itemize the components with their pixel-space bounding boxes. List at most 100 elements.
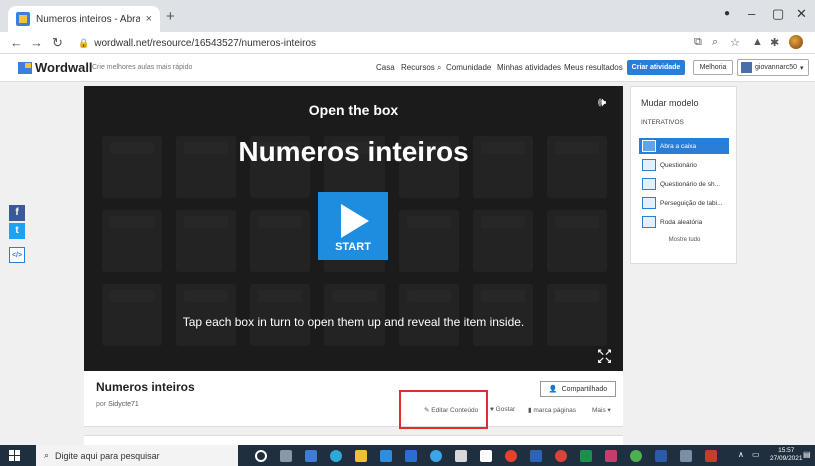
url-field[interactable]: 🔒 wordwall.net/resource/16543527/numeros… [78,35,598,51]
photoshop-icon[interactable] [530,450,542,462]
panel-heading: Mudar modelo [641,98,699,108]
word-icon[interactable] [655,450,667,462]
bookmark-star-icon[interactable]: ☆ [730,36,740,49]
nav-community[interactable]: Comunidade [446,63,491,72]
translate-icon[interactable]: ⧉ [694,36,702,49]
facebook-share-button[interactable]: f [9,205,25,221]
nav-resources[interactable]: Recursos [401,63,435,72]
template-open-the-box[interactable]: Abra a caixa [639,138,729,154]
share-user-icon: 👤 [548,386,558,393]
like-link[interactable]: ♥ Gostar [490,406,515,413]
url-text: wordwall.net/resource/16543527/numeros-i… [94,37,317,49]
fullscreen-icon[interactable]: ↖↗ ↙↘ [597,348,612,365]
profile-circle-icon[interactable]: ● [724,8,730,19]
maximize-button[interactable]: ▢ [772,6,784,22]
minimize-button[interactable]: – [748,6,755,21]
closed-box [102,210,163,272]
closed-box [546,210,607,272]
close-window-button[interactable]: ✕ [796,6,807,22]
bookmark-link[interactable]: ▮ marca páginas [528,406,576,414]
nav-community-search-icon: ⌕ [437,63,442,72]
activity-info: Numeros inteiros por Sidycte71 👤 Compart… [84,371,623,427]
embed-button[interactable]: </> [9,247,25,263]
extension-icon[interactable]: ▲ [752,36,763,48]
quiz-icon [642,159,656,171]
game-instructions: Tap each box in turn to open them up and… [182,315,525,329]
windows-taskbar: ⌕ Digite aqui para pesquisar ∧ ▭ 15:57 2… [0,445,815,466]
file-explorer-icon[interactable] [355,450,367,462]
store-icon[interactable] [380,450,392,462]
app-icon[interactable] [455,450,467,462]
chrome-icon[interactable] [630,450,642,462]
taskbar-search-placeholder: Digite aqui para pesquisar [55,450,160,461]
more-menu[interactable]: Mais ▾ [592,406,611,414]
wordwall-favicon-icon [16,12,30,26]
start-button[interactable]: START [318,192,388,260]
opera-icon[interactable] [505,450,517,462]
username: giovannarc50 [755,64,798,71]
tab-title: Numeros inteiros - Abra a caixa [36,13,140,25]
reload-icon[interactable]: ↻ [52,35,63,51]
taskbar-clock[interactable]: 15:57 27/09/2021 [770,447,803,463]
user-menu[interactable]: giovannarc50 ▾ [737,59,809,76]
create-activity-button[interactable]: Criar atividade [627,60,685,75]
browser-tab[interactable]: Numeros inteiros - Abra a caixa × [8,6,160,32]
random-wheel-icon [642,216,656,228]
edge-icon[interactable] [330,450,342,462]
sound-icon[interactable]: 🕪 [598,94,606,110]
forward-arrow-icon[interactable]: → [30,35,43,50]
show-all-link[interactable]: Mostre tudo [631,237,738,243]
task-view-icon[interactable] [280,450,292,462]
app-icon[interactable] [305,450,317,462]
activity-author: por Sidycte71 [96,401,139,408]
mail-icon[interactable] [405,450,417,462]
author-link[interactable]: Sidycte71 [108,401,139,408]
share-button[interactable]: 👤 Compartilhado [540,381,616,397]
excel-icon[interactable] [580,450,592,462]
gameshow-quiz-icon [642,178,656,190]
lock-icon: 🔒 [78,37,90,48]
notifications-icon[interactable]: ▤ [803,450,811,459]
play-icon [341,204,369,238]
network-icon[interactable]: ▭ [752,450,760,459]
user-avatar [741,62,752,73]
windows-start-icon[interactable] [9,450,20,461]
tab-close-icon[interactable]: × [146,13,152,25]
zoom-icon[interactable]: ⌕ [712,36,718,49]
template-gameshow-quiz[interactable]: Questionário de sh... [639,176,729,192]
closed-box [176,210,237,272]
next-section [84,435,623,445]
template-quiz[interactable]: Questionário [639,157,729,173]
nav-home[interactable]: Casa [376,63,395,72]
template-maze-chase[interactable]: Perseguição de labi... [639,195,729,211]
template-random-wheel[interactable]: Roda aleatória [639,214,729,230]
edit-content-highlight [399,390,488,429]
twitter-share-button[interactable]: t [9,223,25,239]
wordwall-logo[interactable]: Wordwall [18,60,93,75]
maze-chase-icon [642,197,656,209]
profile-avatar[interactable] [789,35,803,49]
site-tagline: Crie melhores aulas mais rápido [92,64,193,71]
upgrade-button[interactable]: Melhoria [693,60,733,75]
game-template-name: Open the box [308,102,399,118]
nav-my-activities[interactable]: Minhas atividades [497,63,561,72]
game-title: Numeros inteiros [238,136,469,167]
closed-box [398,210,459,272]
nav-my-results[interactable]: Meus resultados [564,63,623,72]
activity-name: Numeros inteiros [96,380,195,394]
app-icon[interactable] [555,450,567,462]
app-icon[interactable] [480,450,492,462]
ie-icon[interactable] [430,450,442,462]
back-arrow-icon[interactable]: ← [10,35,23,50]
tray-chevron-icon[interactable]: ∧ [738,450,744,459]
puzzle-icon[interactable]: ✱ [770,36,779,49]
cortana-icon[interactable] [255,450,267,462]
start-label: START [335,241,371,253]
change-template-panel: Mudar modelo INTERATIVOS Abra a caixa Qu… [630,86,737,264]
new-tab-button[interactable]: + [166,8,175,25]
game-stage: Open the box Numeros inteiros START Tap … [84,86,623,371]
app-icon[interactable] [605,450,617,462]
taskbar-search[interactable]: ⌕ Digite aqui para pesquisar [36,445,238,466]
powerpoint-icon[interactable] [705,450,717,462]
app-icon[interactable] [680,450,692,462]
